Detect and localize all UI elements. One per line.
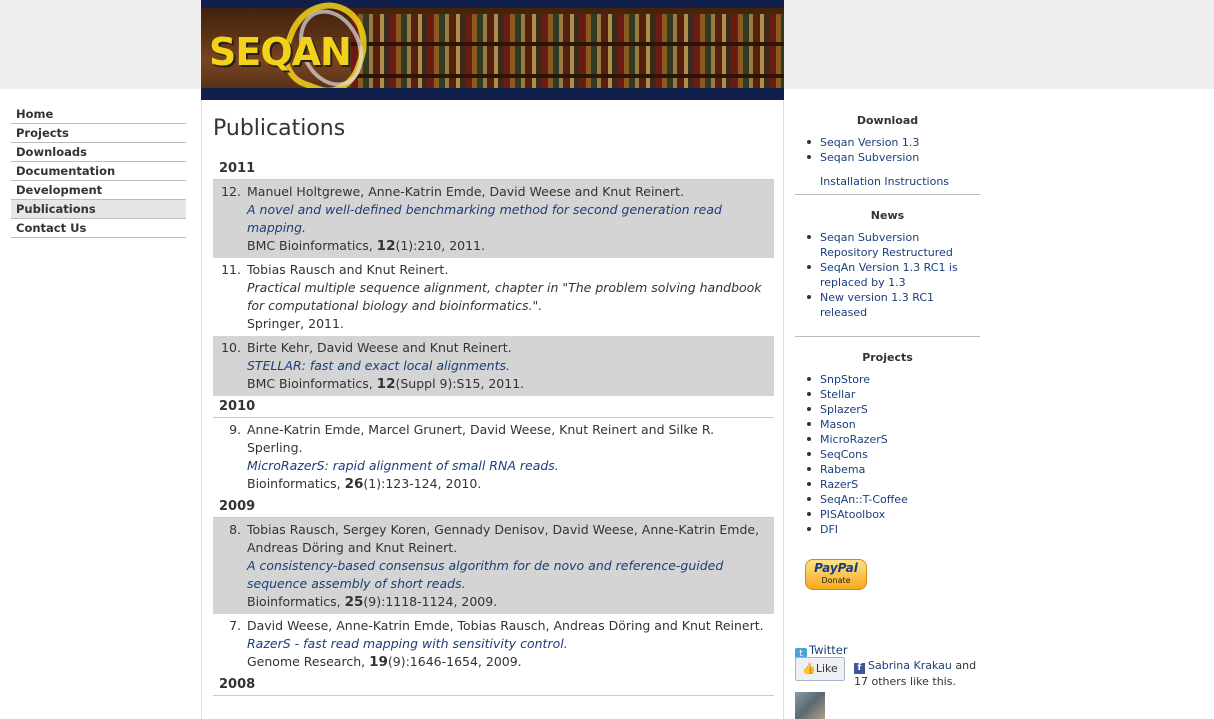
publication-item: 11. Tobias Rausch and Knut Reinert. Prac… [213,258,774,336]
avatar[interactable] [795,692,825,719]
left-navigation: Home Projects Downloads Documentation De… [11,105,186,238]
publication-title-link[interactable]: STELLAR: fast and exact local alignments… [247,357,768,375]
bookshelf-row [351,46,784,74]
publication-number: 10. [221,340,241,355]
project-link[interactable]: Rabema [806,462,980,477]
nav-item-contact-us[interactable]: Contact Us [11,219,186,238]
year-heading: 2009 [213,496,774,518]
project-link[interactable]: Stellar [806,387,980,402]
nav-item-publications[interactable]: Publications [11,200,186,219]
facebook-like-button[interactable]: 👍Like [795,657,845,681]
paypal-donate-button[interactable]: PayPal Donate [805,559,867,590]
page-title: Publications [213,116,346,141]
publication-title: Practical multiple sequence alignment, c… [247,280,762,313]
project-link[interactable]: SnpStore [806,372,980,387]
publication-volume: 12 [376,376,396,392]
projects-heading: Projects [862,351,913,364]
project-link[interactable]: PISAtoolbox [806,507,980,522]
publication-authors: Tobias Rausch, Sergey Koren, Gennady Den… [247,522,760,555]
publication-volume: 12 [376,238,396,254]
publication-number: 12. [221,184,241,199]
download-list: Seqan Version 1.3 Seqan Subversion [795,135,980,165]
facebook-like-summary: f Sabrina Krakau and 17 others like this. [854,658,984,689]
divider [795,194,980,195]
publication-pages: (1):210, 2011. [395,238,485,253]
site-banner: SEQAN [201,0,784,100]
publication-item: 8. Tobias Rausch, Sergey Koren, Gennady … [213,518,774,614]
publication-pages: (9):1646-1654, 2009. [387,654,522,669]
project-link[interactable]: RazerS [806,477,980,492]
publication-venue: BMC Bioinformatics, [247,376,377,391]
publication-title-link[interactable]: A consistency-based consensus algorithm … [247,557,768,593]
nav-item-downloads[interactable]: Downloads [11,143,186,162]
project-link[interactable]: DFI [806,522,980,537]
publication-title-link[interactable]: MicroRazerS: rapid alignment of small RN… [247,457,768,475]
publication-number: 7. [229,618,241,633]
year-heading: 2011 [213,158,774,180]
project-link[interactable]: Mason [806,417,980,432]
publication-authors: Birte Kehr, David Weese and Knut Reinert… [247,340,512,355]
publication-venue: Bioinformatics, [247,476,345,491]
bookshelf-row [351,14,784,42]
twitter-label: Twitter [809,643,848,657]
publication-number: 11. [221,262,241,277]
download-link[interactable]: Seqan Subversion [806,150,980,165]
right-sidebar: Download Seqan Version 1.3 Seqan Subvers… [795,100,980,719]
project-link[interactable]: MicroRazerS [806,432,980,447]
publication-pages: (1):123-124, 2010. [363,476,482,491]
divider [795,336,980,337]
paypal-logo: PayPal [814,561,858,575]
nav-item-home[interactable]: Home [11,105,186,124]
like-label: Like [815,662,838,675]
publication-title-link[interactable]: A novel and well-defined benchmarking me… [247,201,768,237]
publication-pages: (Suppl 9):S15, 2011. [395,376,525,391]
publication-pages: (9):1118-1124, 2009. [363,594,498,609]
publication-title-link[interactable]: RazerS - fast read mapping with sensitiv… [247,635,768,653]
news-list: Seqan Subversion Repository Restructured… [795,230,980,320]
publication-volume: 19 [369,654,388,670]
nav-item-documentation[interactable]: Documentation [11,162,186,181]
nav-item-projects[interactable]: Projects [11,124,186,143]
publication-item: 12. Manuel Holtgrewe, Anne-Katrin Emde, … [213,180,774,258]
publication-venue: Genome Research, [247,654,370,669]
publication-venue: BMC Bioinformatics, [247,238,377,253]
publication-authors: Anne-Katrin Emde, Marcel Grunert, David … [247,422,715,455]
publication-venue: Bioinformatics, [247,594,345,609]
news-item[interactable]: Seqan Subversion Repository Restructured [806,230,980,260]
publication-volume: 26 [344,476,364,492]
thumbs-up-icon: 👍 [802,662,816,675]
download-heading: Download [856,114,919,127]
bookshelf-row [351,78,784,88]
publication-authors: Manuel Holtgrewe, Anne-Katrin Emde, Davi… [247,184,685,199]
publication-volume: 25 [344,594,364,610]
publication-item: 9. Anne-Katrin Emde, Marcel Grunert, Dav… [213,418,774,496]
project-link[interactable]: SeqAn::T-Coffee [806,492,980,507]
publication-number: 8. [229,522,241,537]
publication-number: 9. [229,422,241,437]
facebook-user-link[interactable]: Sabrina Krakau [868,659,952,672]
projects-list: SnpStore Stellar SplazerS Mason MicroRaz… [795,372,980,537]
news-item[interactable]: New version 1.3 RC1 released [806,290,980,320]
publication-venue: Springer, 2011. [247,316,344,331]
publication-item: 10. Birte Kehr, David Weese and Knut Rei… [213,336,774,396]
year-heading: 2008 [213,674,774,696]
project-link[interactable]: SeqCons [806,447,980,462]
publication-authors: Tobias Rausch and Knut Reinert. [247,262,449,277]
download-link[interactable]: Seqan Version 1.3 [806,135,980,150]
publication-authors: David Weese, Anne-Katrin Emde, Tobias Ra… [247,618,764,633]
publication-list: 2011 12. Manuel Holtgrewe, Anne-Katrin E… [213,158,774,696]
donate-label: Donate [821,576,851,585]
news-item[interactable]: SeqAn Version 1.3 RC1 is replaced by 1.3 [806,260,980,290]
project-link[interactable]: SplazerS [806,402,980,417]
nav-item-development[interactable]: Development [11,181,186,200]
news-heading: News [870,209,905,222]
facebook-icon: f [854,663,865,674]
installation-instructions-link[interactable]: Installation Instructions [795,175,980,188]
seqan-logo[interactable]: SEQAN [209,30,352,74]
publication-item: 7. David Weese, Anne-Katrin Emde, Tobias… [213,614,774,674]
main-content: Publications 2011 12. Manuel Holtgrewe, … [201,100,784,719]
year-heading: 2010 [213,396,774,418]
